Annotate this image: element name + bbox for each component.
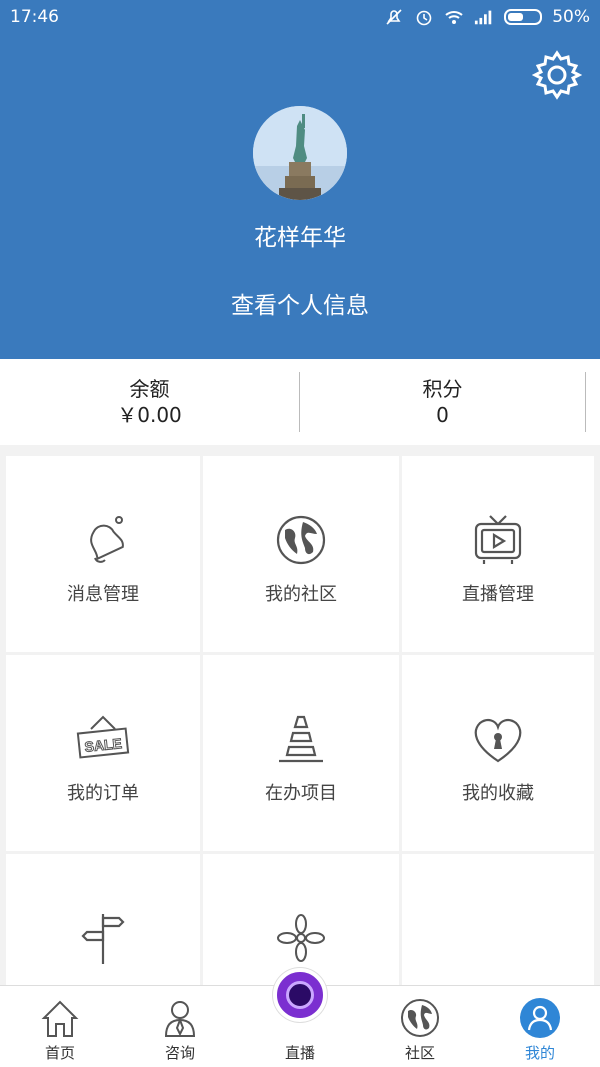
points-stat[interactable]: 积分 0	[300, 372, 586, 432]
balance-value: ￥0.00	[117, 403, 182, 427]
avatar[interactable]	[253, 106, 347, 200]
tile-label: 直播管理	[462, 584, 534, 605]
battery-percent: 50%	[552, 7, 590, 27]
tile-label: 我的社区	[265, 584, 337, 605]
traffic-cone-icon	[279, 715, 323, 763]
view-profile-link[interactable]: 查看个人信息	[0, 286, 600, 320]
tile-label: 我的订单	[67, 783, 139, 804]
status-time: 17:46	[10, 7, 59, 27]
live-camera-icon	[286, 981, 314, 1009]
globe-icon	[276, 515, 326, 565]
sale-sign-icon: SALE	[76, 715, 130, 759]
points-value: 0	[436, 403, 449, 427]
my-favorites-tile[interactable]: 我的收藏	[402, 655, 594, 851]
heart-lock-icon	[474, 718, 522, 763]
nav-label: 社区	[404, 1044, 435, 1062]
feature-grid: 消息管理 我的社区 直播管理 SALE 我的订单 在办项目 我的收藏	[6, 456, 594, 1050]
profile-header: 17:46 50% 花样年华 查看个人信息	[0, 0, 600, 359]
statue-of-liberty-photo	[253, 106, 347, 200]
profile-icon	[520, 998, 560, 1038]
mute-icon	[384, 7, 404, 27]
gear-icon	[531, 50, 583, 100]
wifi-icon	[444, 7, 464, 27]
battery-icon	[504, 9, 543, 25]
nav-mine[interactable]: 我的	[480, 986, 600, 1067]
alarm-icon	[414, 7, 434, 27]
tile-label: 我的收藏	[462, 783, 534, 804]
person-icon	[164, 1001, 196, 1037]
username: 花样年华	[254, 225, 346, 251]
tv-icon	[474, 515, 522, 564]
tile-label: 在办项目	[265, 783, 337, 804]
flower-icon	[277, 914, 325, 962]
live-management-tile[interactable]: 直播管理	[402, 456, 594, 652]
nav-home[interactable]: 首页	[0, 986, 120, 1067]
nav-label: 我的	[524, 1044, 555, 1062]
ongoing-projects-tile[interactable]: 在办项目	[203, 655, 399, 851]
my-orders-tile[interactable]: SALE 我的订单	[6, 655, 200, 851]
account-stats: 余额 ￥0.00 积分 0	[0, 359, 600, 445]
tile-label: 消息管理	[67, 584, 139, 605]
signal-icon	[474, 7, 494, 27]
settings-button[interactable]	[531, 50, 583, 100]
status-bar: 17:46 50%	[0, 0, 600, 34]
balance-stat[interactable]: 余额 ￥0.00	[0, 372, 300, 432]
home-icon	[41, 1000, 79, 1037]
nav-label: 首页	[44, 1044, 75, 1062]
svg-text:SALE: SALE	[84, 735, 123, 755]
message-management-tile[interactable]: 消息管理	[6, 456, 200, 652]
bell-icon	[90, 516, 124, 563]
my-community-tile[interactable]: 我的社区	[203, 456, 399, 652]
nav-label: 直播	[284, 1044, 315, 1062]
points-label: 积分	[422, 377, 463, 401]
signpost-icon	[81, 914, 125, 964]
nav-label: 咨询	[164, 1044, 195, 1062]
globe-icon	[401, 999, 439, 1037]
nav-consult[interactable]: 咨询	[120, 986, 240, 1067]
balance-label: 余额	[129, 377, 170, 401]
live-camera-button[interactable]	[273, 968, 327, 1022]
nav-community[interactable]: 社区	[360, 986, 480, 1067]
